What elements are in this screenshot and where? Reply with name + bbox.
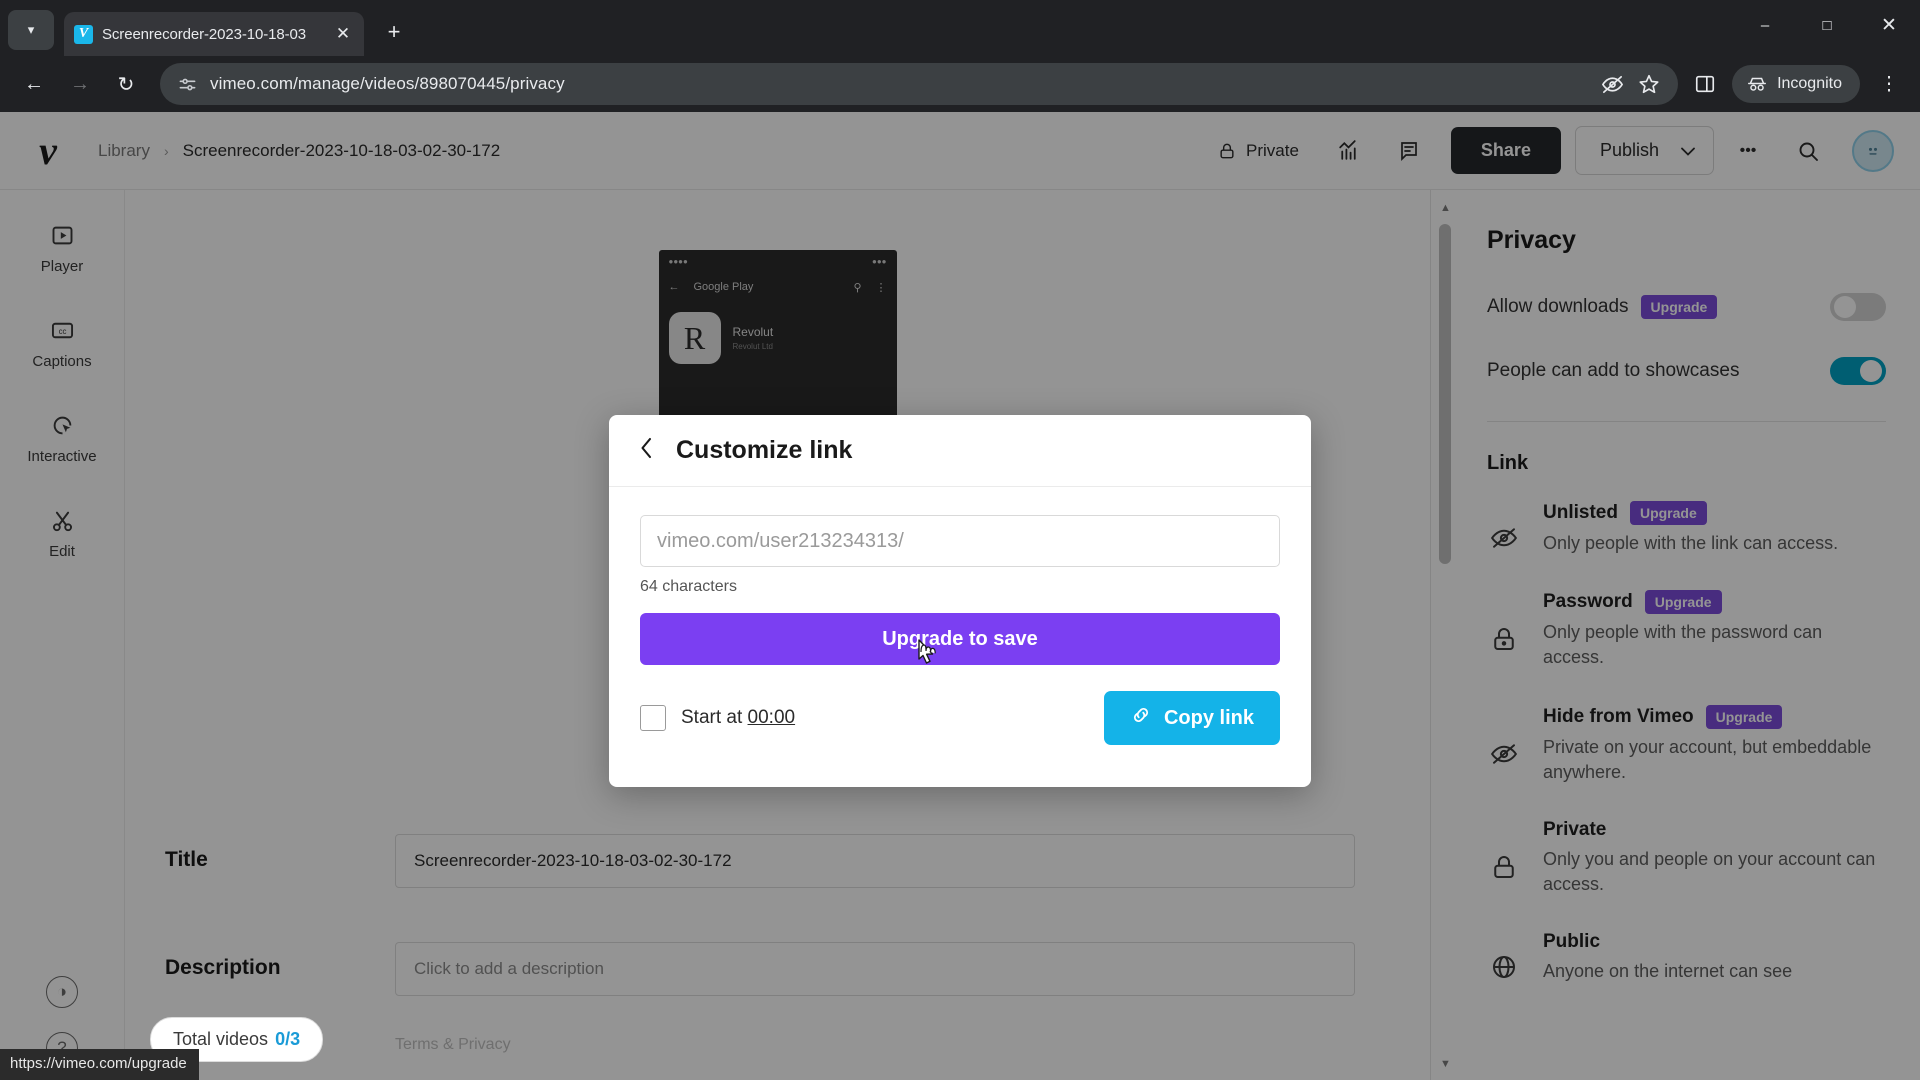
start-at-time[interactable]: 00:00 (748, 707, 796, 728)
copy-link-button[interactable]: Copy link (1103, 691, 1280, 745)
window-controls: – □ ✕ (1734, 0, 1920, 50)
browser-tab[interactable]: V Screenrecorder-2023-10-18-03 ✕ (64, 12, 364, 56)
url-text: vimeo.com/manage/videos/898070445/privac… (210, 74, 565, 93)
eye-off-icon[interactable] (1601, 73, 1624, 96)
modal-header: Customize link (609, 415, 1311, 487)
site-settings-icon[interactable] (176, 73, 198, 95)
tab-title: Screenrecorder-2023-10-18-03 (102, 25, 306, 43)
modal-footer: Start at 00:00 Copy link (609, 665, 1311, 745)
tab-search-chevron-icon[interactable]: ▾ (8, 10, 54, 50)
terms-privacy-link[interactable]: Terms & Privacy (395, 1036, 511, 1054)
chevron-left-icon[interactable] (639, 436, 654, 465)
modal-title: Customize link (676, 436, 853, 464)
total-videos-label: Total videos (173, 1029, 269, 1049)
incognito-label: Incognito (1777, 75, 1842, 92)
start-at-label: Start at 00:00 (681, 707, 795, 729)
browser-window: ▾ V Screenrecorder-2023-10-18-03 ✕ + – □… (0, 0, 1920, 1080)
start-at-control[interactable]: Start at 00:00 (640, 705, 795, 731)
total-videos-count: 0/3 (275, 1029, 301, 1049)
reload-button[interactable]: ↻ (106, 64, 146, 104)
link-icon (1130, 704, 1152, 732)
copy-link-label: Copy link (1163, 706, 1254, 729)
custom-link-input[interactable] (640, 515, 1280, 567)
browser-toolbar: ← → ↻ vimeo.com/manage/videos/898070445/… (0, 56, 1920, 112)
close-tab-icon[interactable]: ✕ (332, 24, 354, 44)
back-button[interactable]: ← (14, 64, 54, 104)
modal-body: 64 characters Upgrade to save (609, 487, 1311, 665)
start-at-text: Start at (681, 707, 743, 728)
incognito-indicator[interactable]: Incognito (1732, 65, 1860, 103)
close-window-button[interactable]: ✕ (1858, 0, 1920, 50)
customize-link-modal: Customize link 64 characters Upgrade to … (609, 415, 1311, 787)
status-bar-url: https://vimeo.com/upgrade (0, 1049, 199, 1080)
minimize-button[interactable]: – (1734, 0, 1796, 50)
incognito-icon (1748, 77, 1767, 91)
tab-strip: ▾ V Screenrecorder-2023-10-18-03 ✕ + – □… (0, 0, 1920, 56)
address-bar[interactable]: vimeo.com/manage/videos/898070445/privac… (160, 63, 1679, 105)
upgrade-to-save-button[interactable]: Upgrade to save (640, 613, 1280, 665)
start-at-checkbox[interactable] (640, 705, 666, 731)
maximize-button[interactable]: □ (1796, 0, 1858, 50)
three-dot-menu-icon[interactable]: ⋮ (1872, 64, 1906, 104)
star-icon[interactable] (1638, 73, 1660, 95)
vimeo-favicon-icon: V (74, 24, 93, 44)
character-count: 64 characters (640, 578, 737, 595)
new-tab-button[interactable]: + (378, 16, 410, 48)
side-panel-icon[interactable] (1694, 73, 1716, 95)
forward-button[interactable]: → (60, 64, 100, 104)
